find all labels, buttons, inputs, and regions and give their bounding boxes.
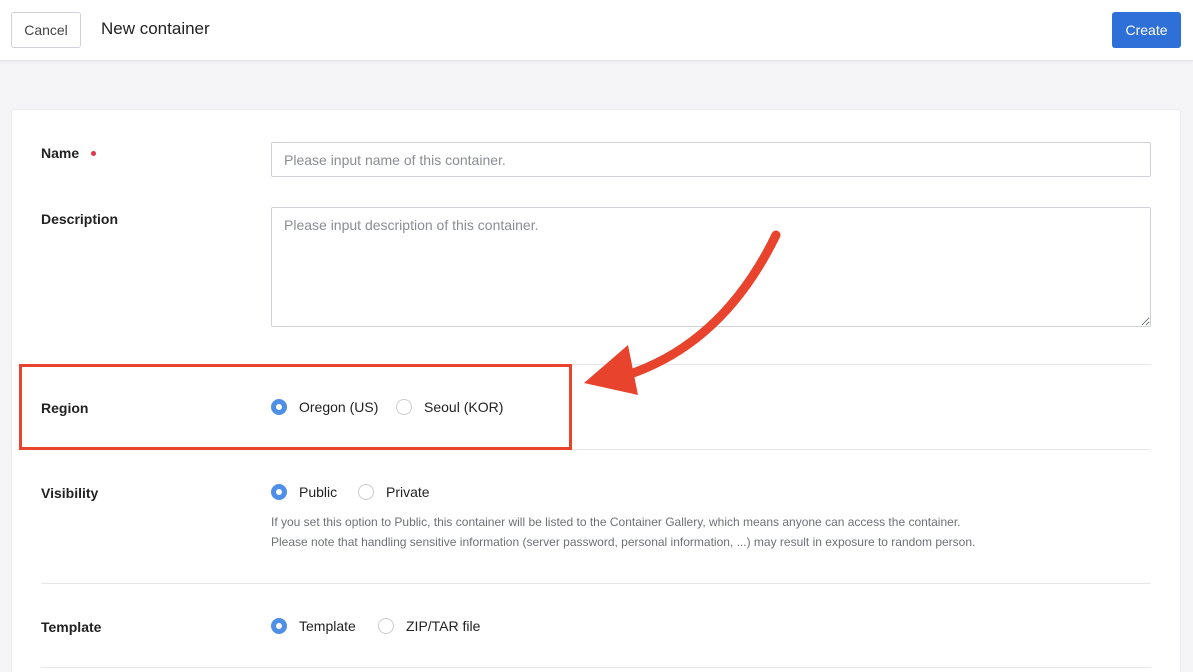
visibility-help-text: If you set this option to Public, this c… bbox=[271, 515, 961, 529]
radio-unselected-icon bbox=[358, 484, 374, 500]
radio-label: Public bbox=[299, 484, 338, 500]
page-title: New container bbox=[101, 19, 210, 38]
radio-unselected-icon bbox=[378, 618, 394, 634]
radio-label: Template bbox=[299, 618, 356, 634]
required-indicator bbox=[91, 151, 96, 156]
visibility-label: Visibility bbox=[41, 485, 99, 501]
name-input[interactable] bbox=[271, 142, 1151, 177]
radio-selected-icon bbox=[271, 618, 287, 634]
radio-label: ZIP/TAR file bbox=[406, 618, 481, 634]
visibility-help-text: Please note that handling sensitive info… bbox=[271, 535, 976, 549]
description-label: Description bbox=[41, 211, 119, 227]
highlight-box bbox=[19, 364, 572, 450]
annotation-arrow-icon bbox=[584, 230, 781, 395]
cancel-button[interactable]: Cancel bbox=[11, 12, 81, 48]
radio-label: Private bbox=[386, 484, 430, 500]
name-label: Name bbox=[41, 145, 80, 161]
divider bbox=[41, 667, 1151, 668]
template-option-zip-tar[interactable]: ZIP/TAR file bbox=[378, 618, 480, 634]
radio-selected-icon bbox=[271, 484, 287, 500]
top-bar: Cancel New container Create bbox=[0, 0, 1193, 61]
create-button[interactable]: Create bbox=[1112, 12, 1181, 48]
divider bbox=[41, 583, 1151, 584]
template-option-template[interactable]: Template bbox=[271, 618, 356, 634]
template-label: Template bbox=[41, 619, 102, 635]
visibility-option-public[interactable]: Public bbox=[271, 484, 337, 500]
visibility-option-private[interactable]: Private bbox=[358, 484, 430, 500]
